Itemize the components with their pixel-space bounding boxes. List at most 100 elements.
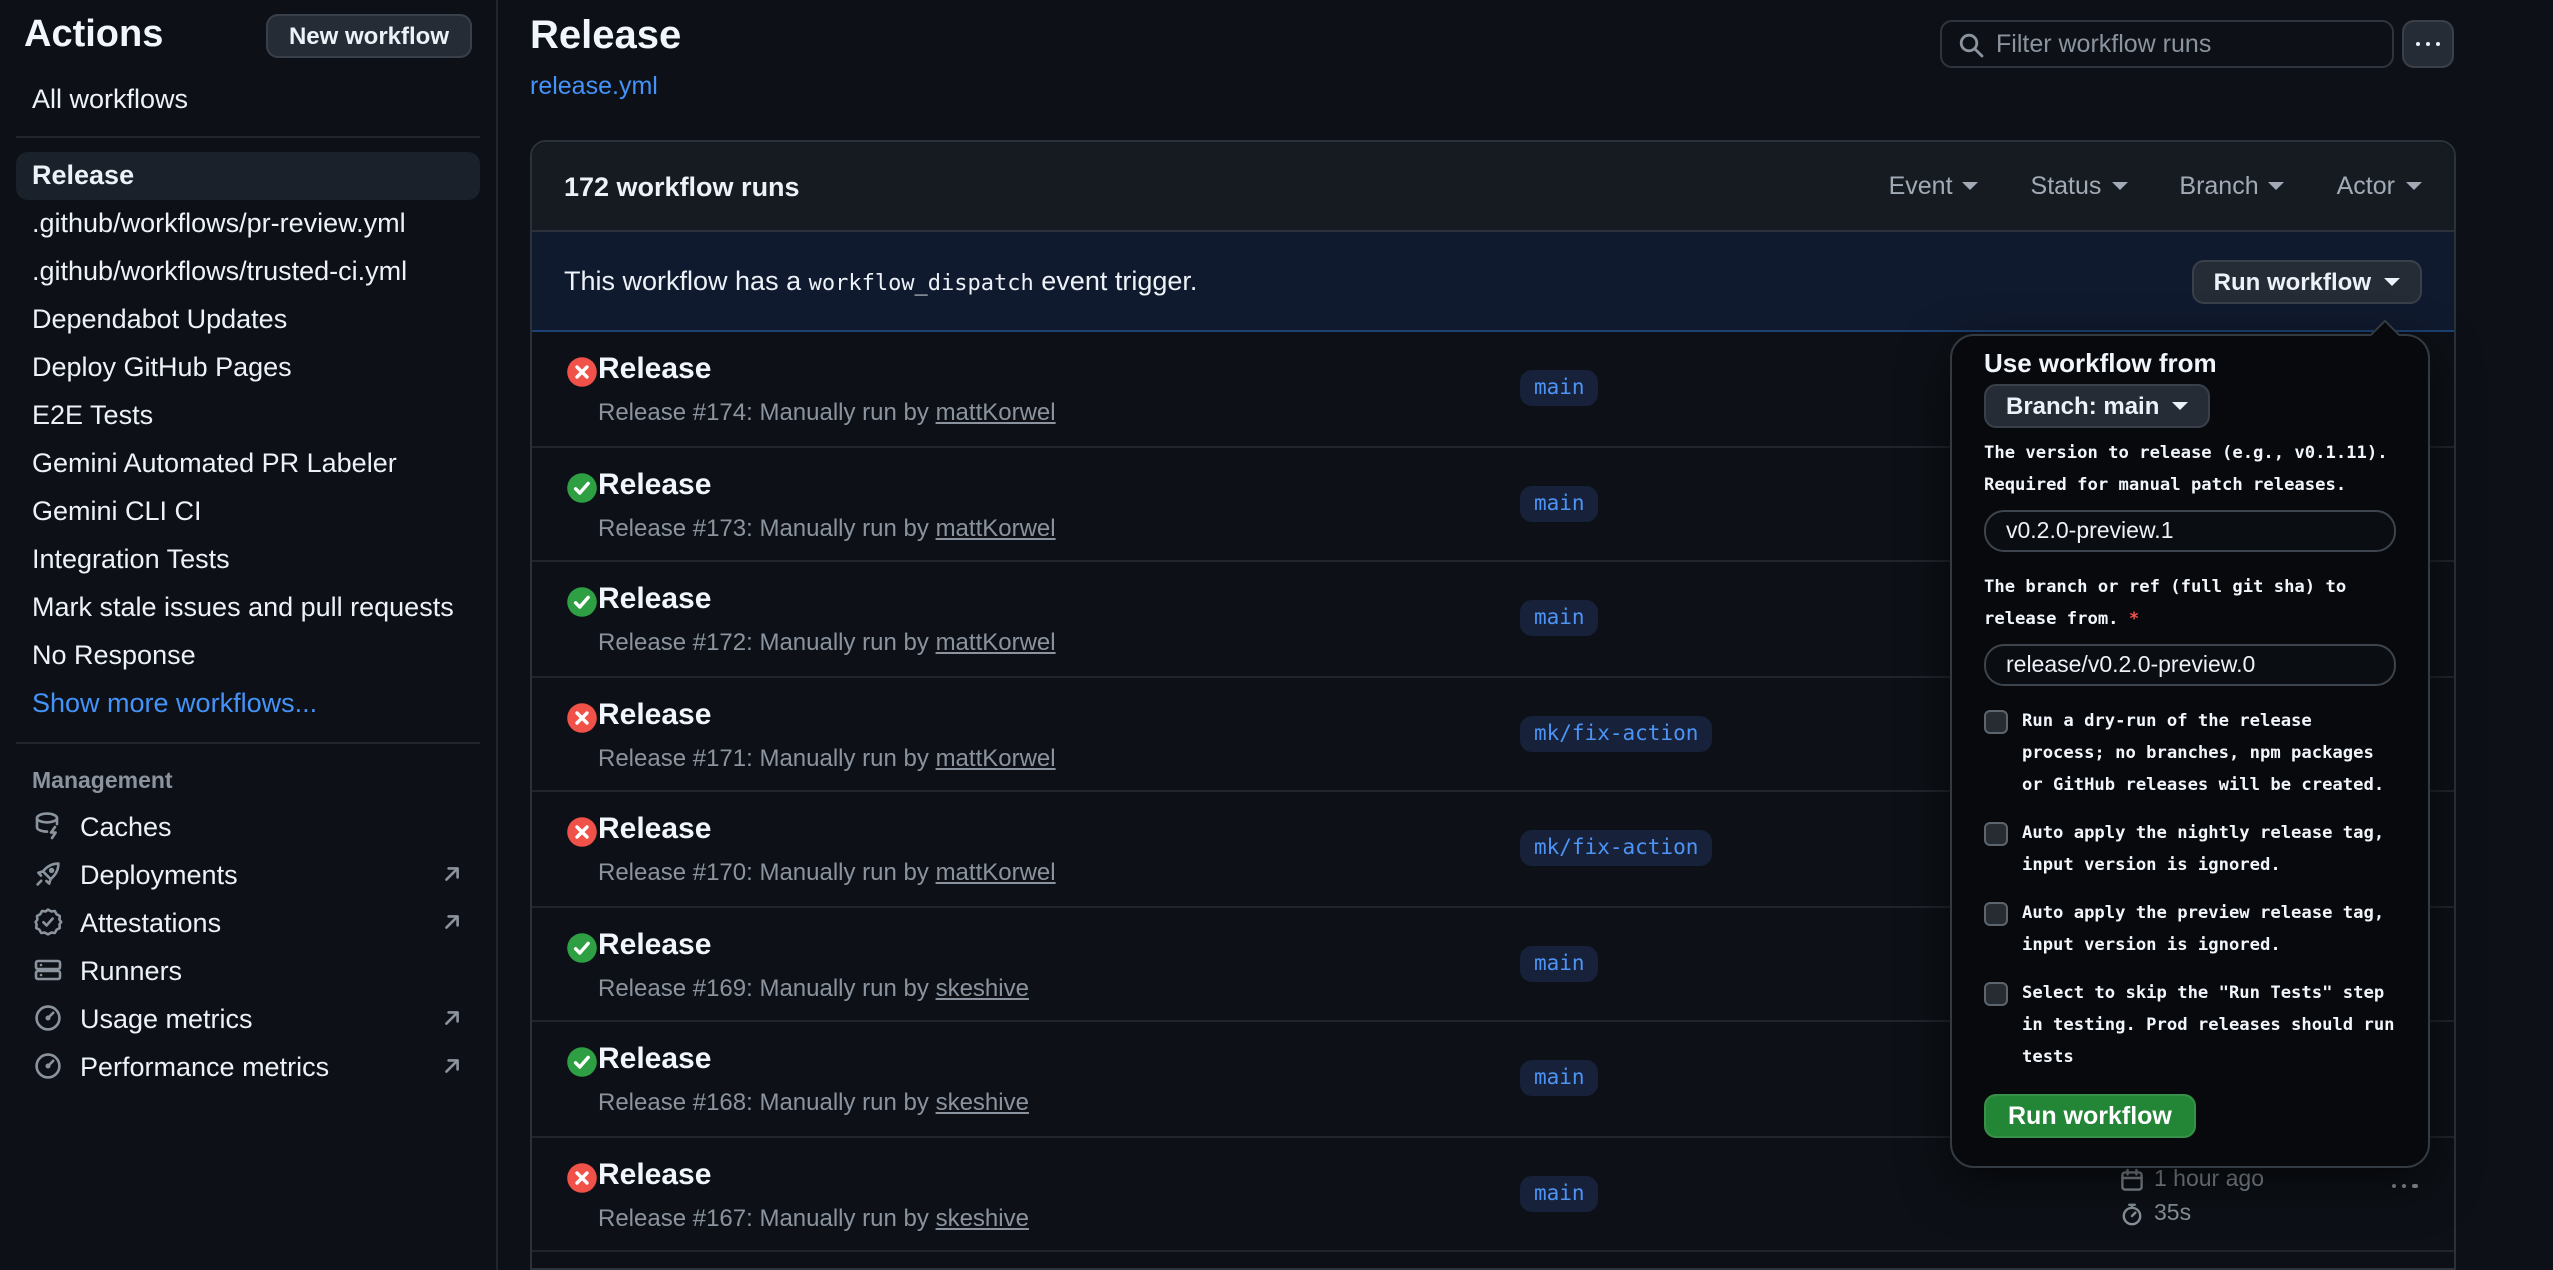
external-link-icon — [439, 910, 463, 934]
sidebar-workflow-item[interactable]: Deploy GitHub Pages — [16, 344, 479, 392]
run-title[interactable]: Release — [598, 352, 711, 386]
run-description: Release #174: Manually run by mattKorwel — [598, 398, 1056, 426]
meter-icon — [32, 1002, 64, 1034]
checkbox-label: Auto apply the preview release tag, inpu… — [2022, 898, 2396, 962]
sidebar-management-item[interactable]: Caches — [0, 802, 495, 850]
branch-badge[interactable]: main — [1520, 1176, 1599, 1212]
ref-input-description: The branch or ref (full git sha) to rele… — [1984, 572, 2396, 636]
checkbox[interactable] — [1984, 982, 2008, 1006]
actor-link[interactable]: skeshive — [936, 1203, 1029, 1231]
actor-link[interactable]: mattKorwel — [936, 628, 1056, 656]
run-title[interactable]: Release — [598, 812, 711, 846]
filter-dropdown[interactable]: Actor — [2337, 172, 2421, 200]
run-title[interactable]: Release — [598, 582, 711, 616]
calendar-icon — [2120, 1168, 2144, 1192]
sidebar-management-label: Performance metrics — [80, 1051, 329, 1081]
filter-dropdown-label: Status — [2031, 172, 2102, 200]
sidebar-workflow-label: .github/workflows/pr-review.yml — [32, 208, 406, 238]
sidebar-item-all-workflows[interactable]: All workflows — [16, 76, 479, 122]
workflow-file-link[interactable]: release.yml — [530, 72, 658, 100]
sidebar-title: Actions — [24, 14, 163, 58]
management-section-label: Management — [0, 758, 495, 802]
filter-dropdown[interactable]: Event — [1889, 172, 1979, 200]
run-title[interactable]: Release — [598, 1042, 711, 1076]
checkbox[interactable] — [1984, 902, 2008, 926]
failure-x-icon — [565, 816, 597, 848]
actor-link[interactable]: mattKorwel — [936, 513, 1056, 541]
sidebar-management-item[interactable]: Performance metrics — [0, 1042, 495, 1090]
actor-link[interactable]: skeshive — [936, 973, 1029, 1001]
branch-badge[interactable]: main — [1520, 946, 1599, 982]
sidebar-management-item[interactable]: Usage metrics — [0, 994, 495, 1042]
actor-link[interactable]: mattKorwel — [936, 858, 1056, 886]
actions-page: Actions New workflow All workflows Relea… — [0, 0, 2553, 1270]
sidebar-workflow-label: E2E Tests — [32, 400, 153, 430]
run-description: Release #168: Manually run by skeshive — [598, 1088, 1029, 1116]
run-title[interactable]: Release — [598, 697, 711, 731]
checkbox[interactable] — [1984, 822, 2008, 846]
version-input[interactable] — [1984, 510, 2396, 552]
sidebar-workflow-label: Integration Tests — [32, 544, 230, 574]
sidebar-workflow-item[interactable]: Integration Tests — [16, 536, 479, 584]
actor-link[interactable]: mattKorwel — [936, 743, 1056, 771]
filter-dropdown[interactable]: Branch — [2179, 172, 2284, 200]
management-list: Caches Deployments — [0, 802, 495, 1090]
run-workflow-popup: Use workflow from Branch: main The versi… — [1950, 334, 2430, 1168]
actor-link[interactable]: mattKorwel — [936, 398, 1056, 426]
workflow-dispatch-banner: This workflow has a workflow_dispatch ev… — [532, 232, 2453, 332]
branch-badge[interactable]: main — [1520, 371, 1599, 407]
success-check-icon — [565, 931, 597, 963]
sidebar-workflow-item[interactable]: Show more workflows... — [16, 680, 479, 728]
sidebar-management-item[interactable]: Attestations — [0, 898, 495, 946]
run-title[interactable]: Release — [598, 927, 711, 961]
failure-x-icon — [565, 1161, 597, 1193]
actor-link[interactable]: skeshive — [936, 1088, 1029, 1116]
sidebar-workflow-item[interactable]: Mark stale issues and pull requests — [16, 584, 479, 632]
sidebar-workflow-item[interactable]: .github/workflows/pr-review.yml — [16, 200, 479, 248]
branch-badge[interactable]: main — [1520, 601, 1599, 637]
filter-dropdown-label: Actor — [2337, 172, 2395, 200]
checkbox[interactable] — [1984, 710, 2008, 734]
run-title[interactable]: Release — [598, 467, 711, 501]
sidebar-workflow-item[interactable]: Gemini Automated PR Labeler — [16, 440, 479, 488]
ref-input[interactable] — [1984, 644, 2396, 686]
page-title: Release — [530, 14, 681, 60]
filter-dropdown-label: Branch — [2179, 172, 2258, 200]
sidebar-workflow-item[interactable]: Dependabot Updates — [16, 296, 479, 344]
sidebar-management-item[interactable]: Runners — [0, 946, 495, 994]
sidebar-management-label: Deployments — [80, 859, 238, 889]
filter-dropdown[interactable]: Status — [2031, 172, 2128, 200]
run-description: Release #169: Manually run by skeshive — [598, 973, 1029, 1001]
sidebar-workflow-item[interactable]: E2E Tests — [16, 392, 479, 440]
sidebar-management-label: Caches — [80, 811, 172, 841]
filter-workflow-runs-input[interactable] — [1996, 30, 2376, 58]
branch-badge[interactable]: main — [1520, 1061, 1599, 1097]
required-asterisk: * — [2129, 610, 2139, 630]
run-title[interactable]: Release — [598, 1157, 711, 1191]
success-check-icon — [565, 471, 597, 503]
sidebar-workflow-item[interactable]: No Response — [16, 632, 479, 680]
branch-badge[interactable]: mk/fix-action — [1520, 831, 1712, 867]
rocket-icon — [32, 858, 64, 890]
sidebar-divider — [16, 136, 479, 138]
run-filters: Event Status Branch Actor — [1889, 172, 2421, 200]
branch-badge[interactable]: mk/fix-action — [1520, 716, 1712, 752]
run-workflow-dropdown-button[interactable]: Run workflow — [2192, 259, 2421, 303]
branch-badge[interactable]: main — [1520, 486, 1599, 522]
workflow-options-kebab-button[interactable] — [2402, 20, 2454, 68]
actions-sidebar: Actions New workflow All workflows Relea… — [0, 0, 497, 1270]
sidebar-workflow-item[interactable]: Gemini CLI CI — [16, 488, 479, 536]
run-workflow-submit-button[interactable]: Run workflow — [1984, 1094, 2196, 1138]
workflow-input-checkbox-row: Select to skip the "Run Tests" step in t… — [1984, 978, 2396, 1074]
run-kebab-button[interactable] — [2391, 1183, 2417, 1188]
sidebar-workflow-label: Mark stale issues and pull requests — [32, 592, 454, 622]
sidebar-management-item[interactable]: Deployments — [0, 850, 495, 898]
new-workflow-button[interactable]: New workflow — [267, 14, 471, 58]
sidebar-workflow-item[interactable]: Release — [16, 152, 479, 200]
sidebar-workflow-label: Dependabot Updates — [32, 304, 287, 334]
workflow-dispatch-code: workflow_dispatch — [809, 270, 1034, 296]
branch-select-button[interactable]: Branch: main — [1984, 384, 2209, 428]
sidebar-workflow-item[interactable]: .github/workflows/trusted-ci.yml — [16, 248, 479, 296]
meter-icon — [32, 1050, 64, 1082]
popup-title: Use workflow from — [1984, 348, 2396, 378]
